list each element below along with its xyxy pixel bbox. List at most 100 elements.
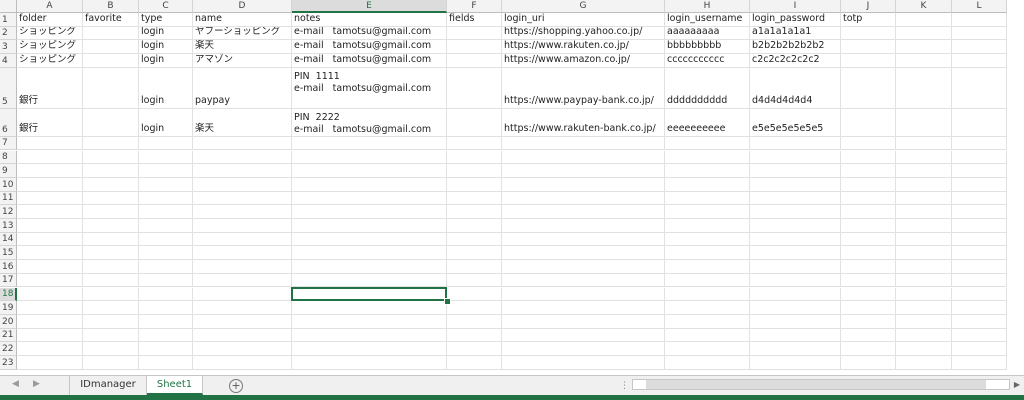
cell-e9[interactable] [292,164,447,178]
cell-k8[interactable] [896,150,952,165]
cell-d8[interactable] [193,150,292,165]
cell-i12[interactable] [750,205,841,219]
cell-f7[interactable] [447,136,502,151]
cell-g21[interactable] [502,328,665,343]
cell-j8[interactable] [841,150,896,165]
cell-b13[interactable] [83,219,139,233]
cell-a18[interactable] [17,287,83,302]
cell-j17[interactable] [841,273,896,288]
column-header-l[interactable]: L [952,0,1007,13]
cell-j4[interactable] [841,54,896,68]
cell-b10[interactable] [83,177,139,192]
column-header-j[interactable]: J [841,0,896,13]
cell-l19[interactable] [952,301,1007,315]
fill-handle[interactable] [444,298,451,306]
cell-h13[interactable] [665,219,750,233]
row-header-10[interactable]: 10 [0,177,17,192]
row-header-17[interactable]: 17 [0,273,17,288]
cell-c20[interactable] [139,314,193,329]
cell-a16[interactable] [17,260,83,274]
cell-a11[interactable] [17,191,83,206]
cell-f19[interactable] [447,301,502,315]
cell-d1[interactable]: name [193,13,292,27]
cell-g1[interactable]: login_uri [502,13,665,27]
cell-l10[interactable] [952,177,1007,192]
cell-l12[interactable] [952,205,1007,219]
cell-c12[interactable] [139,205,193,219]
cell-g11[interactable] [502,191,665,206]
cell-i1[interactable]: login_password [750,13,841,27]
cell-g12[interactable] [502,205,665,219]
cell-c19[interactable] [139,301,193,315]
cell-j7[interactable] [841,136,896,151]
cell-e22[interactable] [292,342,447,356]
column-header-a[interactable]: A [17,0,83,13]
cell-a1[interactable]: folder [17,13,83,27]
column-header-c[interactable]: C [139,0,193,13]
select-all-corner[interactable] [0,0,17,13]
row-header-3[interactable]: 3 [0,40,17,55]
cell-l17[interactable] [952,273,1007,288]
cell-k19[interactable] [896,301,952,315]
cell-a13[interactable] [17,219,83,233]
cell-h9[interactable] [665,164,750,178]
cell-e6[interactable]: PIN 2222 e-mail tamotsu@gmail.com [292,108,447,137]
row-header-4[interactable]: 4 [0,54,17,68]
cell-f14[interactable] [447,232,502,247]
cell-k1[interactable] [896,13,952,27]
cell-d17[interactable] [193,273,292,288]
cell-j6[interactable] [841,108,896,137]
cell-h4[interactable]: ccccccccccc [665,54,750,68]
cell-f5[interactable] [447,67,502,109]
cell-h22[interactable] [665,342,750,356]
cell-g7[interactable] [502,136,665,151]
cell-l22[interactable] [952,342,1007,356]
cell-l11[interactable] [952,191,1007,206]
cell-f3[interactable] [447,40,502,55]
cell-g2[interactable]: https://shopping.yahoo.co.jp/ [502,26,665,41]
cell-k23[interactable] [896,356,952,370]
cell-a3[interactable]: ショッピング [17,40,83,55]
cell-f9[interactable] [447,164,502,178]
cell-d15[interactable] [193,246,292,261]
cell-i7[interactable] [750,136,841,151]
cell-g17[interactable] [502,273,665,288]
cell-d22[interactable] [193,342,292,356]
cell-e7[interactable] [292,136,447,151]
cell-h10[interactable] [665,177,750,192]
cell-d2[interactable]: ヤフーショッピング [193,26,292,41]
cell-e15[interactable] [292,246,447,261]
cell-l3[interactable] [952,40,1007,55]
cell-j1[interactable]: totp [841,13,896,27]
cell-e17[interactable] [292,273,447,288]
cell-b8[interactable] [83,150,139,165]
cell-h17[interactable] [665,273,750,288]
cell-b12[interactable] [83,205,139,219]
cell-e1[interactable]: notes [292,13,447,27]
cell-g14[interactable] [502,232,665,247]
cell-a2[interactable]: ショッピング [17,26,83,41]
cell-h1[interactable]: login_username [665,13,750,27]
cell-k21[interactable] [896,328,952,343]
cell-l18[interactable] [952,287,1007,302]
cell-e8[interactable] [292,150,447,165]
cell-g18[interactable] [502,287,665,302]
cell-k7[interactable] [896,136,952,151]
cell-d9[interactable] [193,164,292,178]
cell-a21[interactable] [17,328,83,343]
cell-d13[interactable] [193,219,292,233]
cell-j2[interactable] [841,26,896,41]
cell-b11[interactable] [83,191,139,206]
cell-a23[interactable] [17,356,83,370]
cell-l13[interactable] [952,219,1007,233]
cell-i2[interactable]: a1a1a1a1a1 [750,26,841,41]
cell-c9[interactable] [139,164,193,178]
cell-c23[interactable] [139,356,193,370]
column-header-g[interactable]: G [502,0,665,13]
column-header-k[interactable]: K [896,0,952,13]
cell-e5[interactable]: PIN 1111 e-mail tamotsu@gmail.com [292,67,447,109]
cell-e3[interactable]: e-mail tamotsu@gmail.com [292,40,447,55]
cell-j14[interactable] [841,232,896,247]
cell-j9[interactable] [841,164,896,178]
cell-e16[interactable] [292,260,447,274]
